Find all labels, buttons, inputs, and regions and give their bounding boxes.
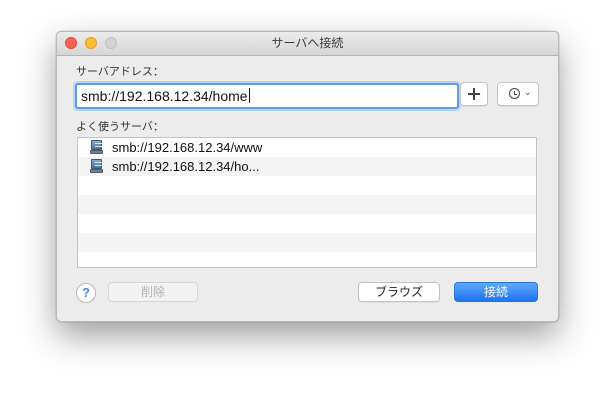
- help-button[interactable]: ?: [76, 283, 96, 303]
- server-address-label: サーバアドレス：: [76, 65, 164, 78]
- empty-row: [78, 233, 536, 252]
- add-to-favorites-button[interactable]: [460, 82, 488, 106]
- connect-to-server-window: サーバへ接続 サーバアドレス： smb://192.168.12.34/home…: [56, 31, 559, 322]
- window-title: サーバへ接続: [271, 36, 344, 50]
- server-address-value: smb://192.168.12.34/home: [81, 88, 248, 104]
- favorite-servers-label: よく使うサーバ：: [76, 120, 164, 133]
- text-caret: [248, 88, 250, 103]
- list-item-label: smb://192.168.12.34/www: [112, 140, 263, 155]
- empty-row: [78, 195, 536, 214]
- empty-row: [78, 214, 536, 233]
- chevron-down-icon: ⌄: [524, 88, 532, 98]
- browse-button[interactable]: ブラウズ: [358, 282, 440, 302]
- empty-row: [78, 252, 536, 267]
- empty-row: [78, 176, 536, 195]
- list-item[interactable]: smb://192.168.12.34/ho...: [78, 157, 536, 176]
- title-bar[interactable]: サーバへ接続: [57, 32, 558, 56]
- list-item-label: smb://192.168.12.34/ho...: [112, 159, 260, 174]
- delete-button: 削除: [108, 282, 198, 302]
- network-server-icon: [90, 140, 103, 155]
- list-item[interactable]: smb://192.168.12.34/www: [78, 138, 536, 157]
- network-server-icon: [90, 159, 103, 174]
- server-address-input[interactable]: smb://192.168.12.34/home: [75, 83, 459, 109]
- favorite-servers-list[interactable]: smb://192.168.12.34/www smb://192.168.12…: [77, 137, 537, 268]
- recent-servers-button[interactable]: ⌄: [497, 82, 539, 106]
- connect-button[interactable]: 接続: [454, 282, 538, 302]
- clock-icon: [509, 88, 520, 99]
